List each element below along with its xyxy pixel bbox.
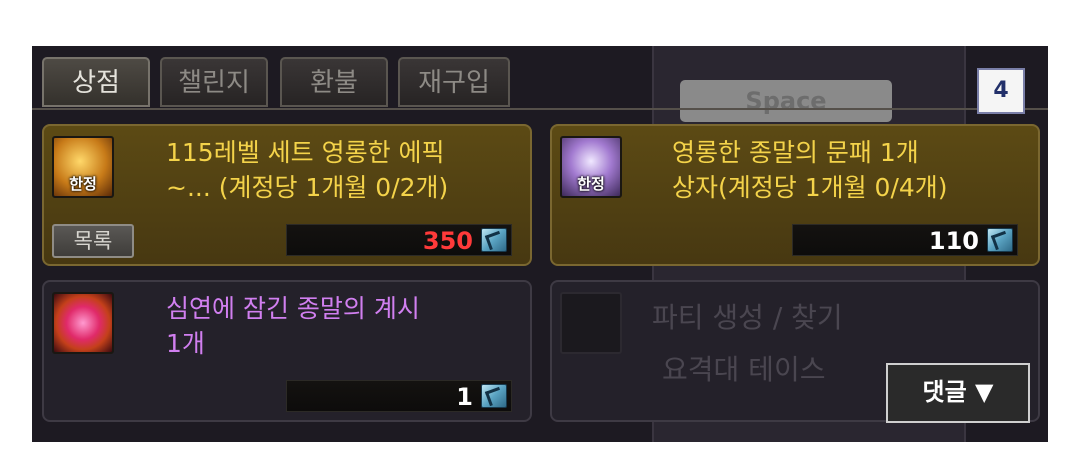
price-box: 110 [792,224,1018,256]
price-box: 350 [286,224,512,256]
tab-bar-divider [32,108,1048,110]
item-title-line2: 1개 [166,329,205,358]
limited-badge: 한정 [577,175,605,193]
game-shop-window: Space 상점 챌린지 환불 재구입 4 한정 115레벨 세트 영롱한 에픽… [32,46,1048,442]
gold-chest-icon: 한정 [52,136,114,198]
item-title-line1: 115레벨 세트 영롱한 에픽 [166,138,445,167]
tab-challenge[interactable]: 챌린지 [160,57,268,107]
tab-refund[interactable]: 환불 [280,57,388,107]
currency-gem-icon [481,384,507,408]
shop-item-card[interactable]: 심연에 잠긴 종말의 계시 1개 1 [42,280,532,422]
page-number-badge: 4 [977,68,1025,114]
purple-crest-chest-icon: 한정 [560,136,622,198]
item-title-line1: 영롱한 종말의 문패 1개 [672,138,919,167]
item-title-line2: ~... (계정당 1개월 0/2개) [166,173,449,202]
background-raid-text: 요격대 테이스 [662,353,826,386]
shop-item-card[interactable]: 한정 115레벨 세트 영롱한 에픽 ~... (계정당 1개월 0/2개) 목… [42,124,532,266]
item-price: 1 [456,383,473,411]
item-price: 350 [422,227,473,255]
price-box: 1 [286,380,512,412]
currency-gem-icon [987,228,1013,252]
list-button[interactable]: 목록 [52,224,134,258]
currency-gem-icon [481,228,507,252]
background-space-button: Space [680,80,892,122]
empty-slot-icon [560,292,622,354]
tab-shop[interactable]: 상점 [42,57,150,107]
limited-badge: 한정 [69,175,97,193]
comment-button[interactable]: 댓글 ▼ [886,363,1030,423]
background-party-text: 파티 생성 / 찾기 [652,301,843,334]
tab-rebuy[interactable]: 재구입 [398,57,510,107]
item-title-line2: 상자(계정당 1개월 0/4개) [672,173,948,202]
item-title-line1: 심연에 잠긴 종말의 계시 [166,294,420,323]
item-price: 110 [928,227,979,255]
shop-item-card[interactable]: 한정 영롱한 종말의 문패 1개 상자(계정당 1개월 0/4개) 110 [550,124,1040,266]
abyss-orb-icon [52,292,114,354]
